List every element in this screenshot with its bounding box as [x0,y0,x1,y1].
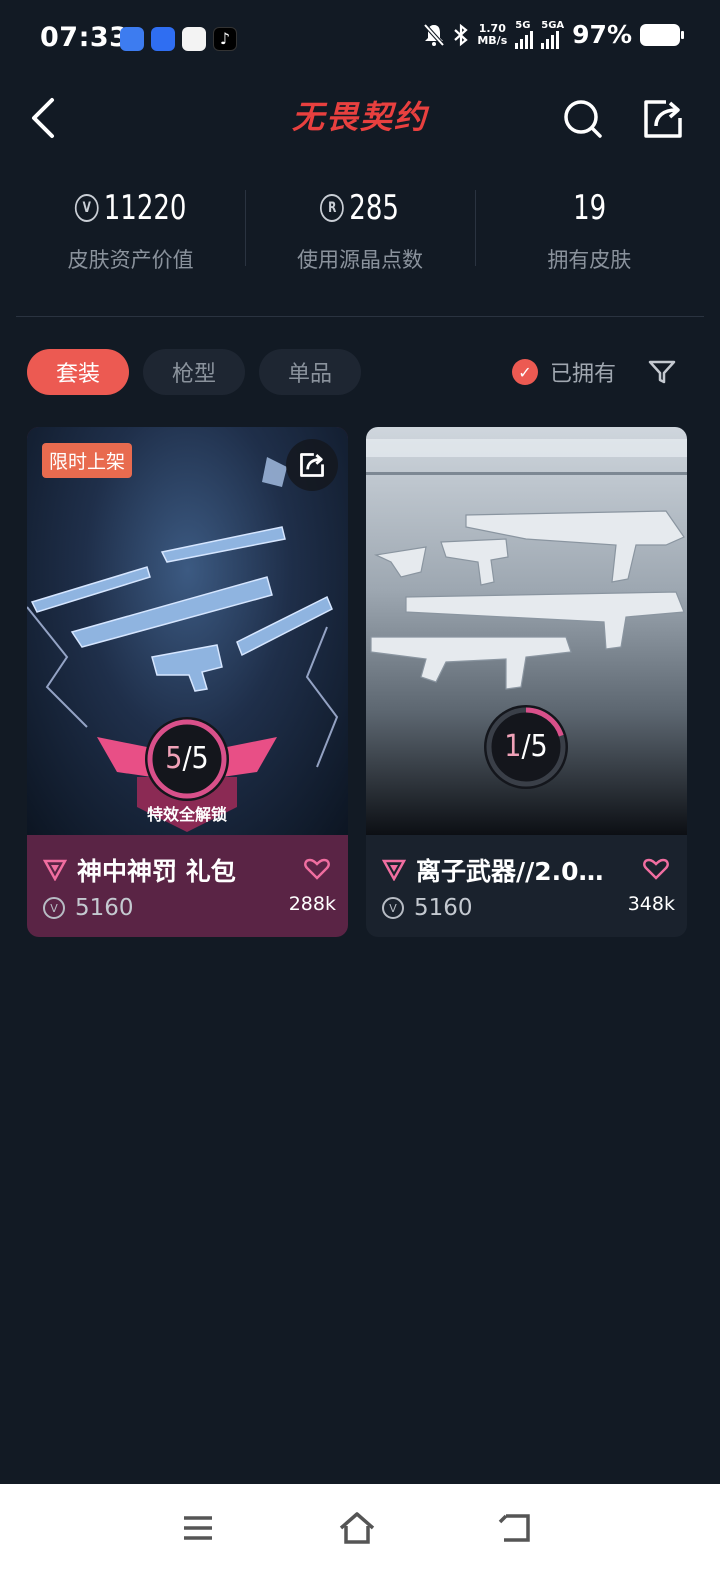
tab-single-item[interactable]: 单品 [259,349,362,395]
app-notification-icon [151,27,175,51]
effects-unlocked-label: 特效全解锁 [146,805,227,824]
search-icon[interactable] [562,98,604,140]
bundle-image: 1/5 [366,427,687,835]
v-coin-icon: V [74,194,99,222]
back-icon[interactable] [496,1508,536,1548]
battery-icon [640,23,684,46]
stat-label: 拥有皮肤 [547,248,632,272]
bundle-image: 限时上架 5/5 特效全解锁 [27,427,348,835]
sim2-type: 5GA [541,19,565,31]
stat-value: 11220 [103,188,187,228]
card-share-button[interactable] [286,439,338,491]
bundle-title: 神中神罚 礼包 [77,857,236,886]
battery-percent: 97% [572,20,632,49]
status-bar: 07:33 ♪ 1.70 MB/s 5G 5GA 97% [0,0,720,80]
bluetooth-icon [454,23,469,46]
tiktok-icon: ♪ [213,27,237,51]
v-coin-icon: V [43,897,65,919]
progress-total: /5 [182,741,209,776]
favorite-heart-icon[interactable] [304,857,330,881]
tab-bundle[interactable]: 套装 [27,349,130,395]
mute-bell-icon [423,23,445,46]
filter-icon[interactable] [646,356,678,388]
progress-total: /5 [521,729,548,764]
app-header: 无畏契约 [0,80,720,160]
divider [16,316,704,317]
stat-owned-skins: 19 拥有皮肤 [474,180,704,290]
v-coin-icon: V [382,897,404,919]
like-count: 288k [288,893,336,915]
signal-bars-icon [515,30,534,49]
network-speed: 1.70 MB/s [477,21,508,47]
signal-bars-icon [541,30,564,49]
home-icon[interactable] [337,1508,377,1548]
stat-skin-value: V 11220 皮肤资产价值 [16,180,245,290]
signal-sim1: 5G [515,19,534,49]
menu-icon[interactable] [178,1508,218,1548]
game-logo: 无畏契约 [291,98,428,136]
favorite-heart-icon[interactable] [643,857,669,881]
app-notification-icon [120,27,144,51]
limited-time-badge: 限时上架 [42,443,133,478]
radianite-icon: R [320,194,345,222]
bundle-card[interactable]: 1/5 离子武器//2.0… V 5160 348k [366,427,687,937]
collection-progress: 5/5 [143,715,231,803]
stat-value: 19 [572,188,606,228]
tier-triangle-icon [382,859,406,881]
share-icon[interactable] [642,98,684,140]
asset-stats: V 11220 皮肤资产价值 R 285 使用源晶点数 19 拥有皮肤 [16,180,704,290]
network-speed-value: 1.70 [478,21,506,35]
progress-current: 5 [165,741,183,776]
share-icon [300,453,324,477]
bundle-price: 5160 [75,895,134,921]
bundle-price: 5160 [414,895,473,921]
progress-current: 1 [504,729,522,764]
bundle-card[interactable]: 限时上架 5/5 特效全解锁 神中神罚 礼包 V 5160 288k [27,427,348,937]
tier-triangle-icon [43,859,67,881]
notification-icons: ♪ [120,27,237,51]
checkmark-icon: ✓ [512,359,538,385]
stat-radianite-points: R 285 使用源晶点数 [245,180,474,290]
collection-progress: 1/5 [482,703,570,791]
network-speed-unit: MB/s [477,33,508,47]
clock: 07:33 [40,22,129,53]
bundle-title: 离子武器//2.0… [416,857,604,886]
category-tabs: 套装 枪型 单品 [27,349,362,395]
tab-weapon-type[interactable]: 枪型 [143,349,246,395]
app-notification-icon [182,27,206,51]
owned-label: 已拥有 [550,362,617,387]
signal-sim2: 5GA [541,19,565,49]
stat-label: 皮肤资产价值 [67,248,194,272]
stat-value: 285 [349,188,400,228]
sim1-type: 5G [515,19,531,31]
like-count: 348k [627,893,675,915]
system-nav-bar [0,1484,720,1584]
stat-label: 使用源晶点数 [296,248,423,272]
status-indicators: 1.70 MB/s 5G 5GA 97% [423,19,684,49]
owned-toggle[interactable]: ✓ 已拥有 [512,356,616,388]
